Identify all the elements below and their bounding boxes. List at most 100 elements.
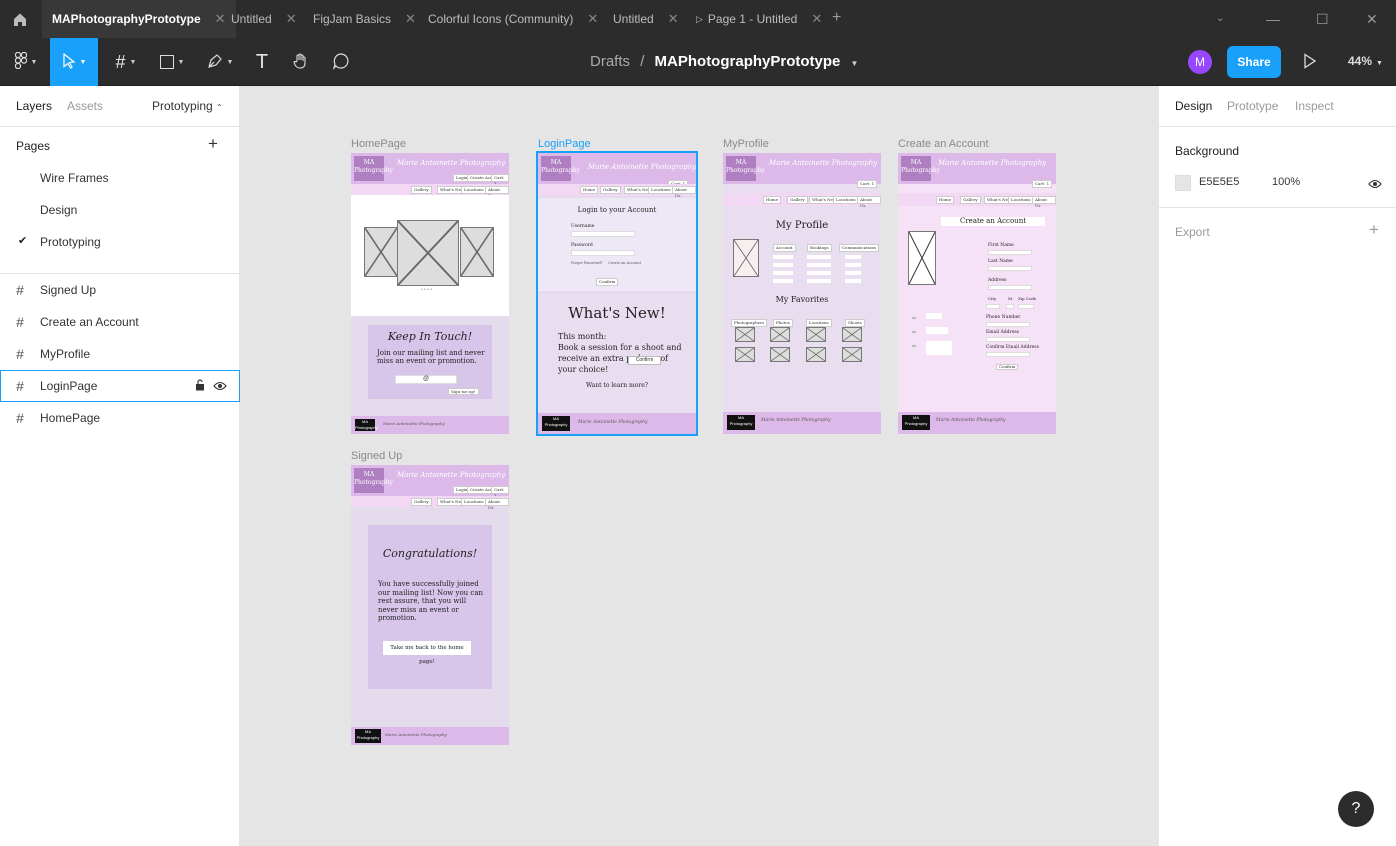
- close-icon[interactable]: ✕: [405, 11, 416, 27]
- breadcrumb-drafts[interactable]: Drafts: [590, 53, 630, 70]
- page-mode-dropdown[interactable]: Prototyping ⌃: [152, 99, 223, 113]
- tab-file[interactable]: Colorful Icons (Community) ✕: [418, 0, 608, 38]
- this-month: This month:: [558, 332, 607, 341]
- cursor-icon: [62, 52, 76, 72]
- page-item-prototyping[interactable]: Prototyping: [40, 235, 101, 249]
- eye-icon[interactable]: [213, 380, 227, 394]
- tab-layers[interactable]: Layers: [16, 99, 52, 113]
- nav-item: Locations: [1008, 196, 1034, 204]
- frame-signed-up[interactable]: MA Photography Marie Antoinette Photograp…: [351, 465, 509, 745]
- bg-hex-input[interactable]: E5E5E5: [1199, 176, 1239, 188]
- layer-myprofile[interactable]: # MyProfile: [0, 338, 240, 370]
- favorites-title: My Favorites: [775, 295, 829, 304]
- zoom-control[interactable]: 44% ▼: [1348, 54, 1383, 68]
- maximize-icon[interactable]: ☐: [1316, 11, 1329, 28]
- form-field: [986, 352, 1030, 357]
- comment-tool-button[interactable]: [326, 38, 356, 86]
- layer-homepage[interactable]: # HomePage: [0, 402, 240, 434]
- present-button[interactable]: [1303, 53, 1317, 72]
- brand-script: Marie Antoinette Photography: [397, 159, 506, 167]
- nav-item: Locations: [461, 498, 487, 506]
- tab-file[interactable]: FigJam Basics ✕: [303, 0, 426, 38]
- share-button[interactable]: Share: [1227, 46, 1281, 78]
- footer-brand: Marie Antoinette Photography: [383, 421, 445, 426]
- main-menu-button[interactable]: ▼: [6, 38, 46, 86]
- site-nav: Home Gallery What's New Locations About Us: [898, 193, 1056, 208]
- layer-label: Create an Account: [40, 315, 139, 329]
- chevron-down-icon: ▼: [226, 58, 234, 66]
- bg-opacity-input[interactable]: 100%: [1272, 176, 1300, 188]
- tab-prototype[interactable]: Prototype: [1227, 99, 1278, 113]
- color-swatch[interactable]: [1175, 175, 1191, 191]
- page-item-wire-frames[interactable]: Wire Frames: [40, 171, 109, 185]
- frame-label-create-account[interactable]: Create an Account: [898, 138, 989, 150]
- help-button[interactable]: ?: [1338, 791, 1374, 827]
- file-name[interactable]: MAPhotographyPrototype: [655, 53, 841, 70]
- tab-assets[interactable]: Assets: [67, 99, 103, 113]
- site-footer: MA Photography Marie Antoinette Photograp…: [351, 727, 509, 745]
- shape-tool-button[interactable]: ▼: [152, 38, 192, 86]
- frame-tool-button[interactable]: # ▼: [106, 38, 146, 86]
- close-icon[interactable]: ✕: [286, 11, 297, 27]
- frame-label-loginpage[interactable]: LoginPage: [538, 138, 591, 150]
- close-icon[interactable]: ✕: [587, 11, 598, 27]
- image-placeholder: [460, 227, 494, 277]
- tab-file[interactable]: Untitled ✕: [221, 0, 307, 38]
- frame-label-homepage[interactable]: HomePage: [351, 138, 406, 150]
- tab-design[interactable]: Design: [1175, 99, 1212, 113]
- chevron-down-icon[interactable]: ⌄: [1216, 13, 1224, 24]
- nav-item: Home: [936, 196, 955, 204]
- site-footer: MA Photography Marie Antoinette Photograp…: [538, 413, 696, 434]
- cart-button: Cart: 1: [491, 486, 509, 498]
- window-close-icon[interactable]: ✕: [1366, 11, 1378, 28]
- minimize-icon[interactable]: —: [1266, 11, 1280, 27]
- image-placeholder: [735, 327, 755, 342]
- congrats-title: Congratulations!: [382, 547, 478, 560]
- newsletter-box: Keep In Touch! Join our mailing list and…: [368, 325, 492, 399]
- whats-new-section: What's New! This month: Book a session f…: [538, 294, 696, 412]
- hand-tool-button[interactable]: [286, 38, 316, 86]
- nav-item: Gallery: [411, 186, 432, 194]
- site-header: MA Photography Marie Antoinette Photograp…: [538, 153, 696, 188]
- add-tab-icon[interactable]: +: [832, 9, 841, 27]
- tab-inspect[interactable]: Inspect: [1295, 99, 1334, 113]
- close-icon[interactable]: ✕: [668, 11, 679, 27]
- layer-label: Signed Up: [40, 283, 97, 297]
- congrats-text: You have successfully joined our mailing…: [378, 580, 484, 622]
- page-item-design[interactable]: Design: [40, 203, 77, 217]
- frame-icon: #: [115, 51, 126, 72]
- close-icon[interactable]: ✕: [811, 11, 822, 27]
- site-logo: MA Photography: [541, 156, 580, 181]
- chevron-down-icon[interactable]: ▼: [851, 59, 859, 68]
- nav-item: About Us: [672, 186, 696, 198]
- tab-file[interactable]: Untitled ✕: [603, 0, 689, 38]
- confirm-button: Confirm: [996, 364, 1019, 370]
- password-label: Password: [571, 243, 593, 248]
- layer-signed-up[interactable]: # Signed Up: [0, 274, 240, 306]
- nav-item: Locations: [461, 186, 487, 194]
- layer-create-account[interactable]: # Create an Account: [0, 306, 240, 338]
- login-title: Login to your Account: [577, 206, 657, 214]
- rectangle-icon: [159, 55, 174, 69]
- frame-create-account[interactable]: MA Photography Marie Antoinette Photograp…: [898, 153, 1056, 434]
- tab-file[interactable]: ▷ Page 1 - Untitled ✕: [686, 0, 832, 38]
- frame-label-signed-up[interactable]: Signed Up: [351, 450, 402, 462]
- frame-homepage[interactable]: MA Photography Marie Antoinette Photograp…: [351, 153, 509, 434]
- add-page-icon[interactable]: +: [208, 134, 218, 154]
- frame-label-myprofile[interactable]: MyProfile: [723, 138, 769, 150]
- avatar[interactable]: M: [1188, 50, 1212, 74]
- move-tool-button[interactable]: ▼: [50, 38, 98, 86]
- unlock-icon[interactable]: [195, 379, 205, 394]
- frame-loginpage[interactable]: MA Photography Marie Antoinette Photograp…: [536, 151, 698, 436]
- pen-tool-button[interactable]: ▼: [198, 38, 242, 86]
- eye-icon[interactable]: [1368, 178, 1382, 192]
- profile-col: Communications: [839, 244, 880, 252]
- nav-item: Gallery: [787, 196, 808, 204]
- pen-icon: [207, 53, 223, 72]
- frame-myprofile[interactable]: MA Photography Marie Antoinette Photograp…: [723, 153, 881, 434]
- layer-loginpage[interactable]: # LoginPage: [0, 370, 240, 402]
- tab-file[interactable]: MAPhotographyPrototype ✕: [42, 0, 236, 38]
- add-export-icon[interactable]: +: [1369, 220, 1379, 240]
- text-tool-button[interactable]: T: [248, 38, 276, 86]
- home-icon[interactable]: [12, 12, 28, 27]
